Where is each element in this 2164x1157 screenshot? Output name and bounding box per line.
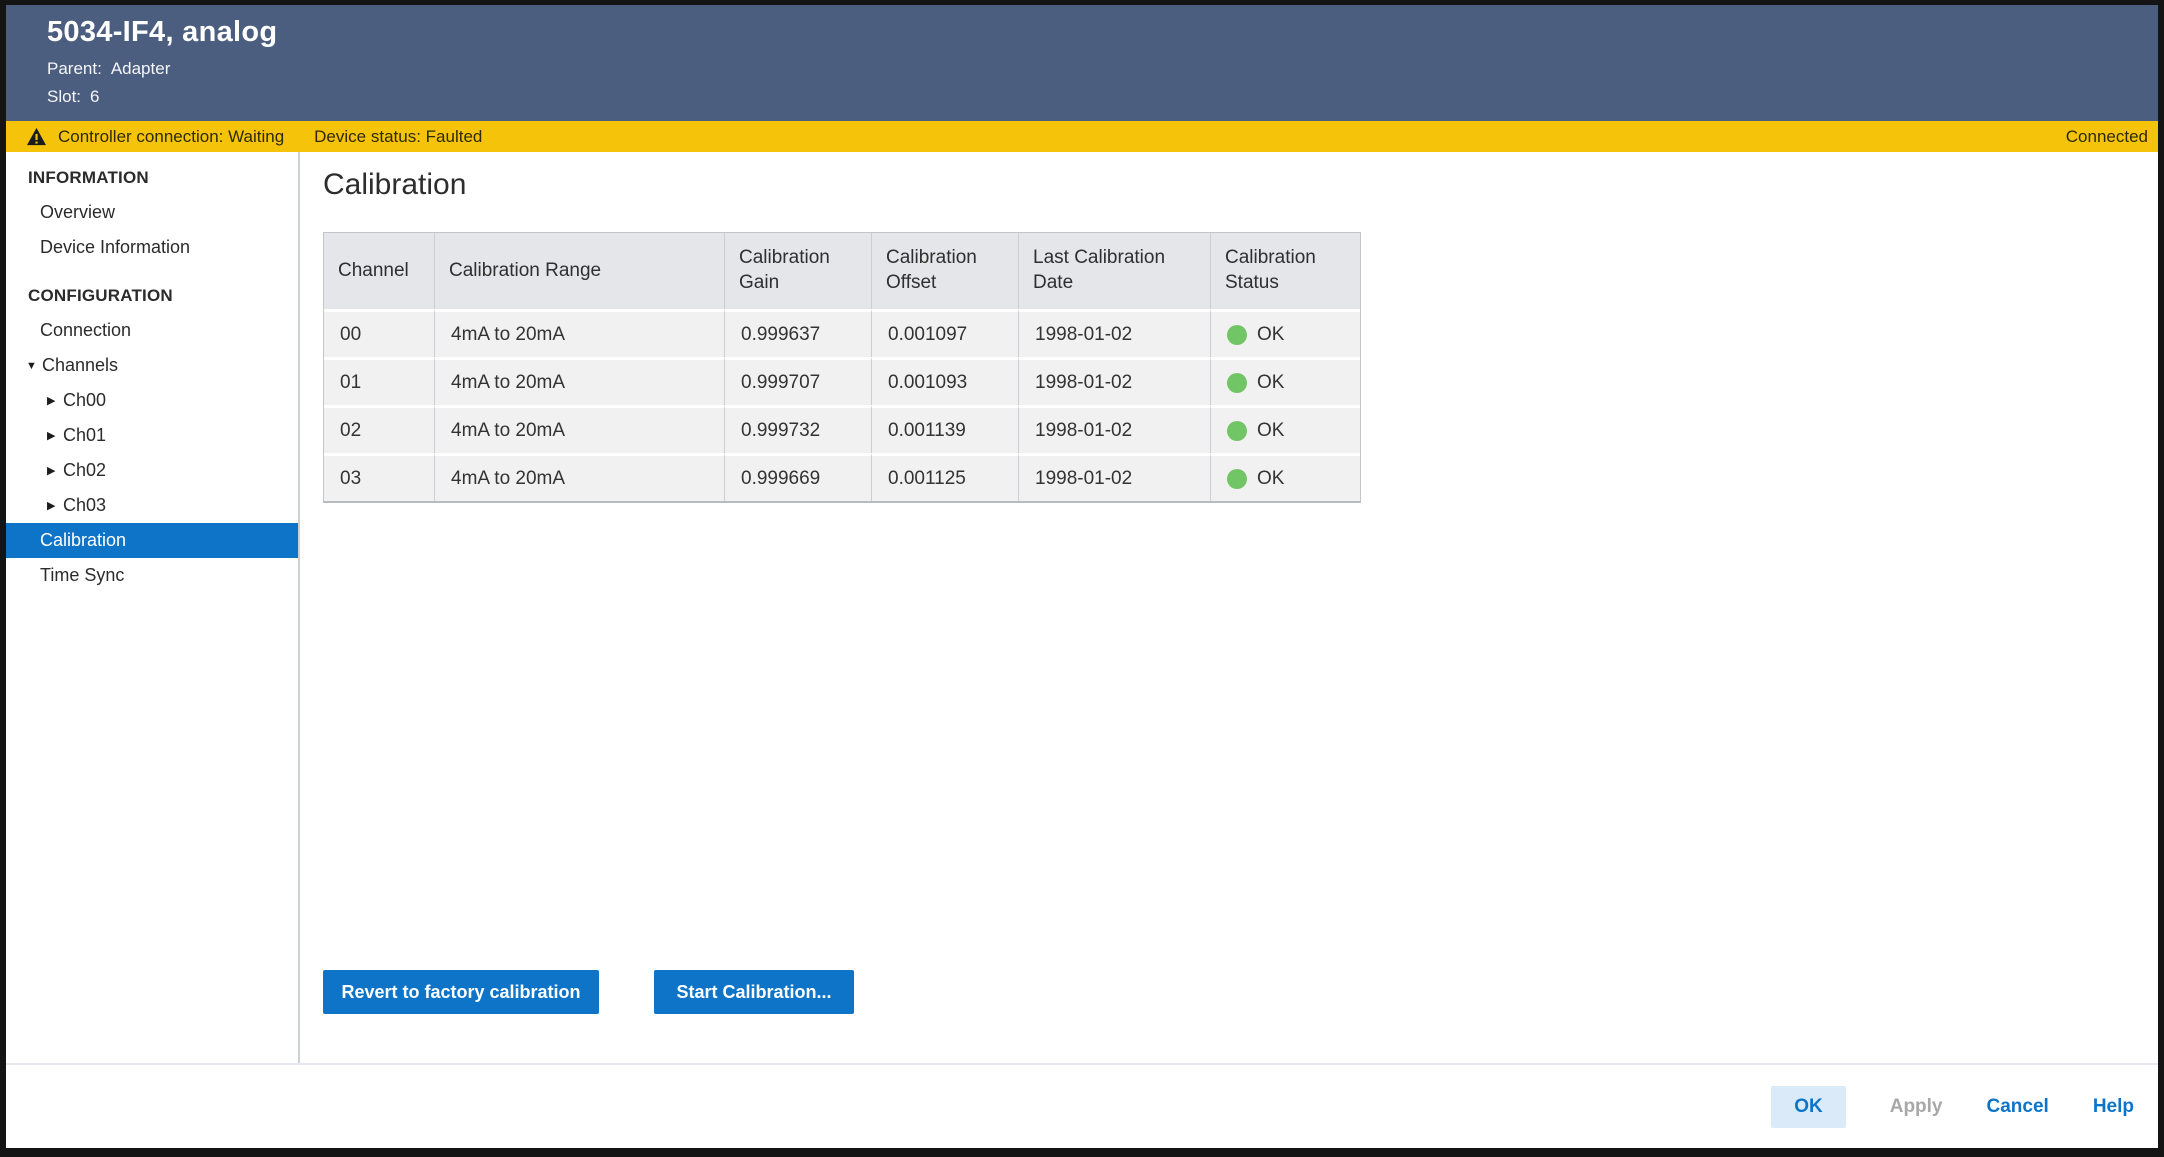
status-text: OK <box>1257 468 1284 490</box>
ok-button[interactable]: OK <box>1771 1086 1846 1128</box>
chevron-expanded-icon[interactable]: ▼ <box>26 360 42 372</box>
col-header-calibration-range: Calibration Range <box>435 233 725 309</box>
warning-icon <box>26 127 47 146</box>
slot-label: Slot: <box>47 87 81 106</box>
cancel-button[interactable]: Cancel <box>1987 1096 2049 1118</box>
revert-factory-calibration-button[interactable]: Revert to factory calibration <box>323 970 599 1014</box>
cell-offset: 0.001097 <box>872 309 1019 357</box>
cell-status: OK <box>1211 357 1360 405</box>
section-information: INFORMATION <box>6 160 298 195</box>
parent-value: Adapter <box>111 59 171 78</box>
start-calibration-button[interactable]: Start Calibration... <box>654 970 854 1014</box>
device-title: 5034-IF4, analog <box>47 13 2158 51</box>
parent-label: Parent: <box>47 59 102 78</box>
col-header-channel: Channel <box>324 233 435 309</box>
cell-gain: 0.999732 <box>725 405 872 453</box>
cell-channel: 00 <box>324 309 435 357</box>
cell-offset: 0.001125 <box>872 453 1019 501</box>
cell-date: 1998-01-02 <box>1019 309 1211 357</box>
sidebar-item-overview[interactable]: Overview <box>6 195 298 230</box>
sidebar-item-label: Ch01 <box>63 425 106 446</box>
cell-range: 4mA to 20mA <box>435 309 725 357</box>
chevron-collapsed-icon[interactable]: ▶ <box>47 394 63 407</box>
cell-status: OK <box>1211 453 1360 501</box>
sidebar-item-label: Ch02 <box>63 460 106 481</box>
cell-range: 4mA to 20mA <box>435 453 725 501</box>
screen: 5034-IF4, analog Parent: Adapter Slot: 6 C… <box>0 0 2164 1157</box>
cell-status: OK <box>1211 405 1360 453</box>
status-alert-bar: Controller connection: Waiting Device st… <box>6 121 2158 152</box>
calibration-table: Channel Calibration Range Calibration Ga… <box>323 232 1361 503</box>
cell-offset: 0.001093 <box>872 357 1019 405</box>
status-ok-icon <box>1227 421 1247 441</box>
chevron-collapsed-icon[interactable]: ▶ <box>47 464 63 477</box>
cell-range: 4mA to 20mA <box>435 357 725 405</box>
sidebar-item-label: Ch03 <box>63 495 106 516</box>
page-title: Calibration <box>323 168 466 202</box>
cell-range: 4mA to 20mA <box>435 405 725 453</box>
help-button[interactable]: Help <box>2093 1096 2134 1118</box>
window-header: 5034-IF4, analog Parent: Adapter Slot: 6 <box>6 5 2158 121</box>
status-text: OK <box>1257 420 1284 442</box>
connection-state: Connected <box>2066 127 2148 147</box>
sidebar-item-ch00[interactable]: ▶ Ch00 <box>6 383 298 418</box>
sidebar-item-ch01[interactable]: ▶ Ch01 <box>6 418 298 453</box>
chevron-collapsed-icon[interactable]: ▶ <box>47 429 63 442</box>
cell-date: 1998-01-02 <box>1019 357 1211 405</box>
sidebar-item-label: Channels <box>42 355 118 376</box>
cell-date: 1998-01-02 <box>1019 453 1211 501</box>
sidebar-item-connection[interactable]: Connection <box>6 313 298 348</box>
col-header-calibration-gain: Calibration Gain <box>725 233 872 309</box>
cell-channel: 01 <box>324 357 435 405</box>
parent-line: Parent: Adapter <box>47 58 2158 79</box>
slot-value: 6 <box>90 87 99 106</box>
col-header-calibration-offset: Calibration Offset <box>872 233 1019 309</box>
cell-gain: 0.999707 <box>725 357 872 405</box>
sidebar-item-device-information[interactable]: Device Information <box>6 230 298 265</box>
device-profile-window: 5034-IF4, analog Parent: Adapter Slot: 6 C… <box>6 5 2158 1148</box>
body-row: INFORMATION Overview Device Information … <box>6 152 2158 1063</box>
device-status: Device status: Faulted <box>314 127 482 147</box>
sidebar-item-time-sync[interactable]: Time Sync <box>6 558 298 593</box>
status-ok-icon <box>1227 373 1247 393</box>
status-ok-icon <box>1227 469 1247 489</box>
status-text: OK <box>1257 372 1284 394</box>
apply-button[interactable]: Apply <box>1890 1096 1943 1118</box>
slot-line: Slot: 6 <box>47 86 2158 107</box>
col-header-last-calibration-date: Last Calibration Date <box>1019 233 1211 309</box>
sidebar-item-channels[interactable]: ▼ Channels <box>6 348 298 383</box>
status-ok-icon <box>1227 325 1247 345</box>
navigation-sidebar: INFORMATION Overview Device Information … <box>6 152 300 1063</box>
cell-gain: 0.999669 <box>725 453 872 501</box>
cell-date: 1998-01-02 <box>1019 405 1211 453</box>
sidebar-item-calibration-selected[interactable]: Calibration <box>6 523 298 558</box>
chevron-collapsed-icon[interactable]: ▶ <box>47 499 63 512</box>
cell-channel: 02 <box>324 405 435 453</box>
section-configuration: CONFIGURATION <box>6 278 298 313</box>
sidebar-item-label: Ch00 <box>63 390 106 411</box>
sidebar-item-ch03[interactable]: ▶ Ch03 <box>6 488 298 523</box>
sidebar-item-ch02[interactable]: ▶ Ch02 <box>6 453 298 488</box>
main-content: Calibration Channel Calibration Range Ca… <box>300 152 2158 1063</box>
calibration-actions: Revert to factory calibration Start Cali… <box>323 970 854 1014</box>
sidebar-spacer <box>6 265 298 278</box>
cell-channel: 03 <box>324 453 435 501</box>
controller-connection-status: Controller connection: Waiting <box>58 127 284 147</box>
dialog-footer: OK Apply Cancel Help <box>6 1063 2158 1148</box>
cell-status: OK <box>1211 309 1360 357</box>
col-header-calibration-status: Calibration Status <box>1211 233 1360 309</box>
cell-gain: 0.999637 <box>725 309 872 357</box>
cell-offset: 0.001139 <box>872 405 1019 453</box>
status-text: OK <box>1257 324 1284 346</box>
